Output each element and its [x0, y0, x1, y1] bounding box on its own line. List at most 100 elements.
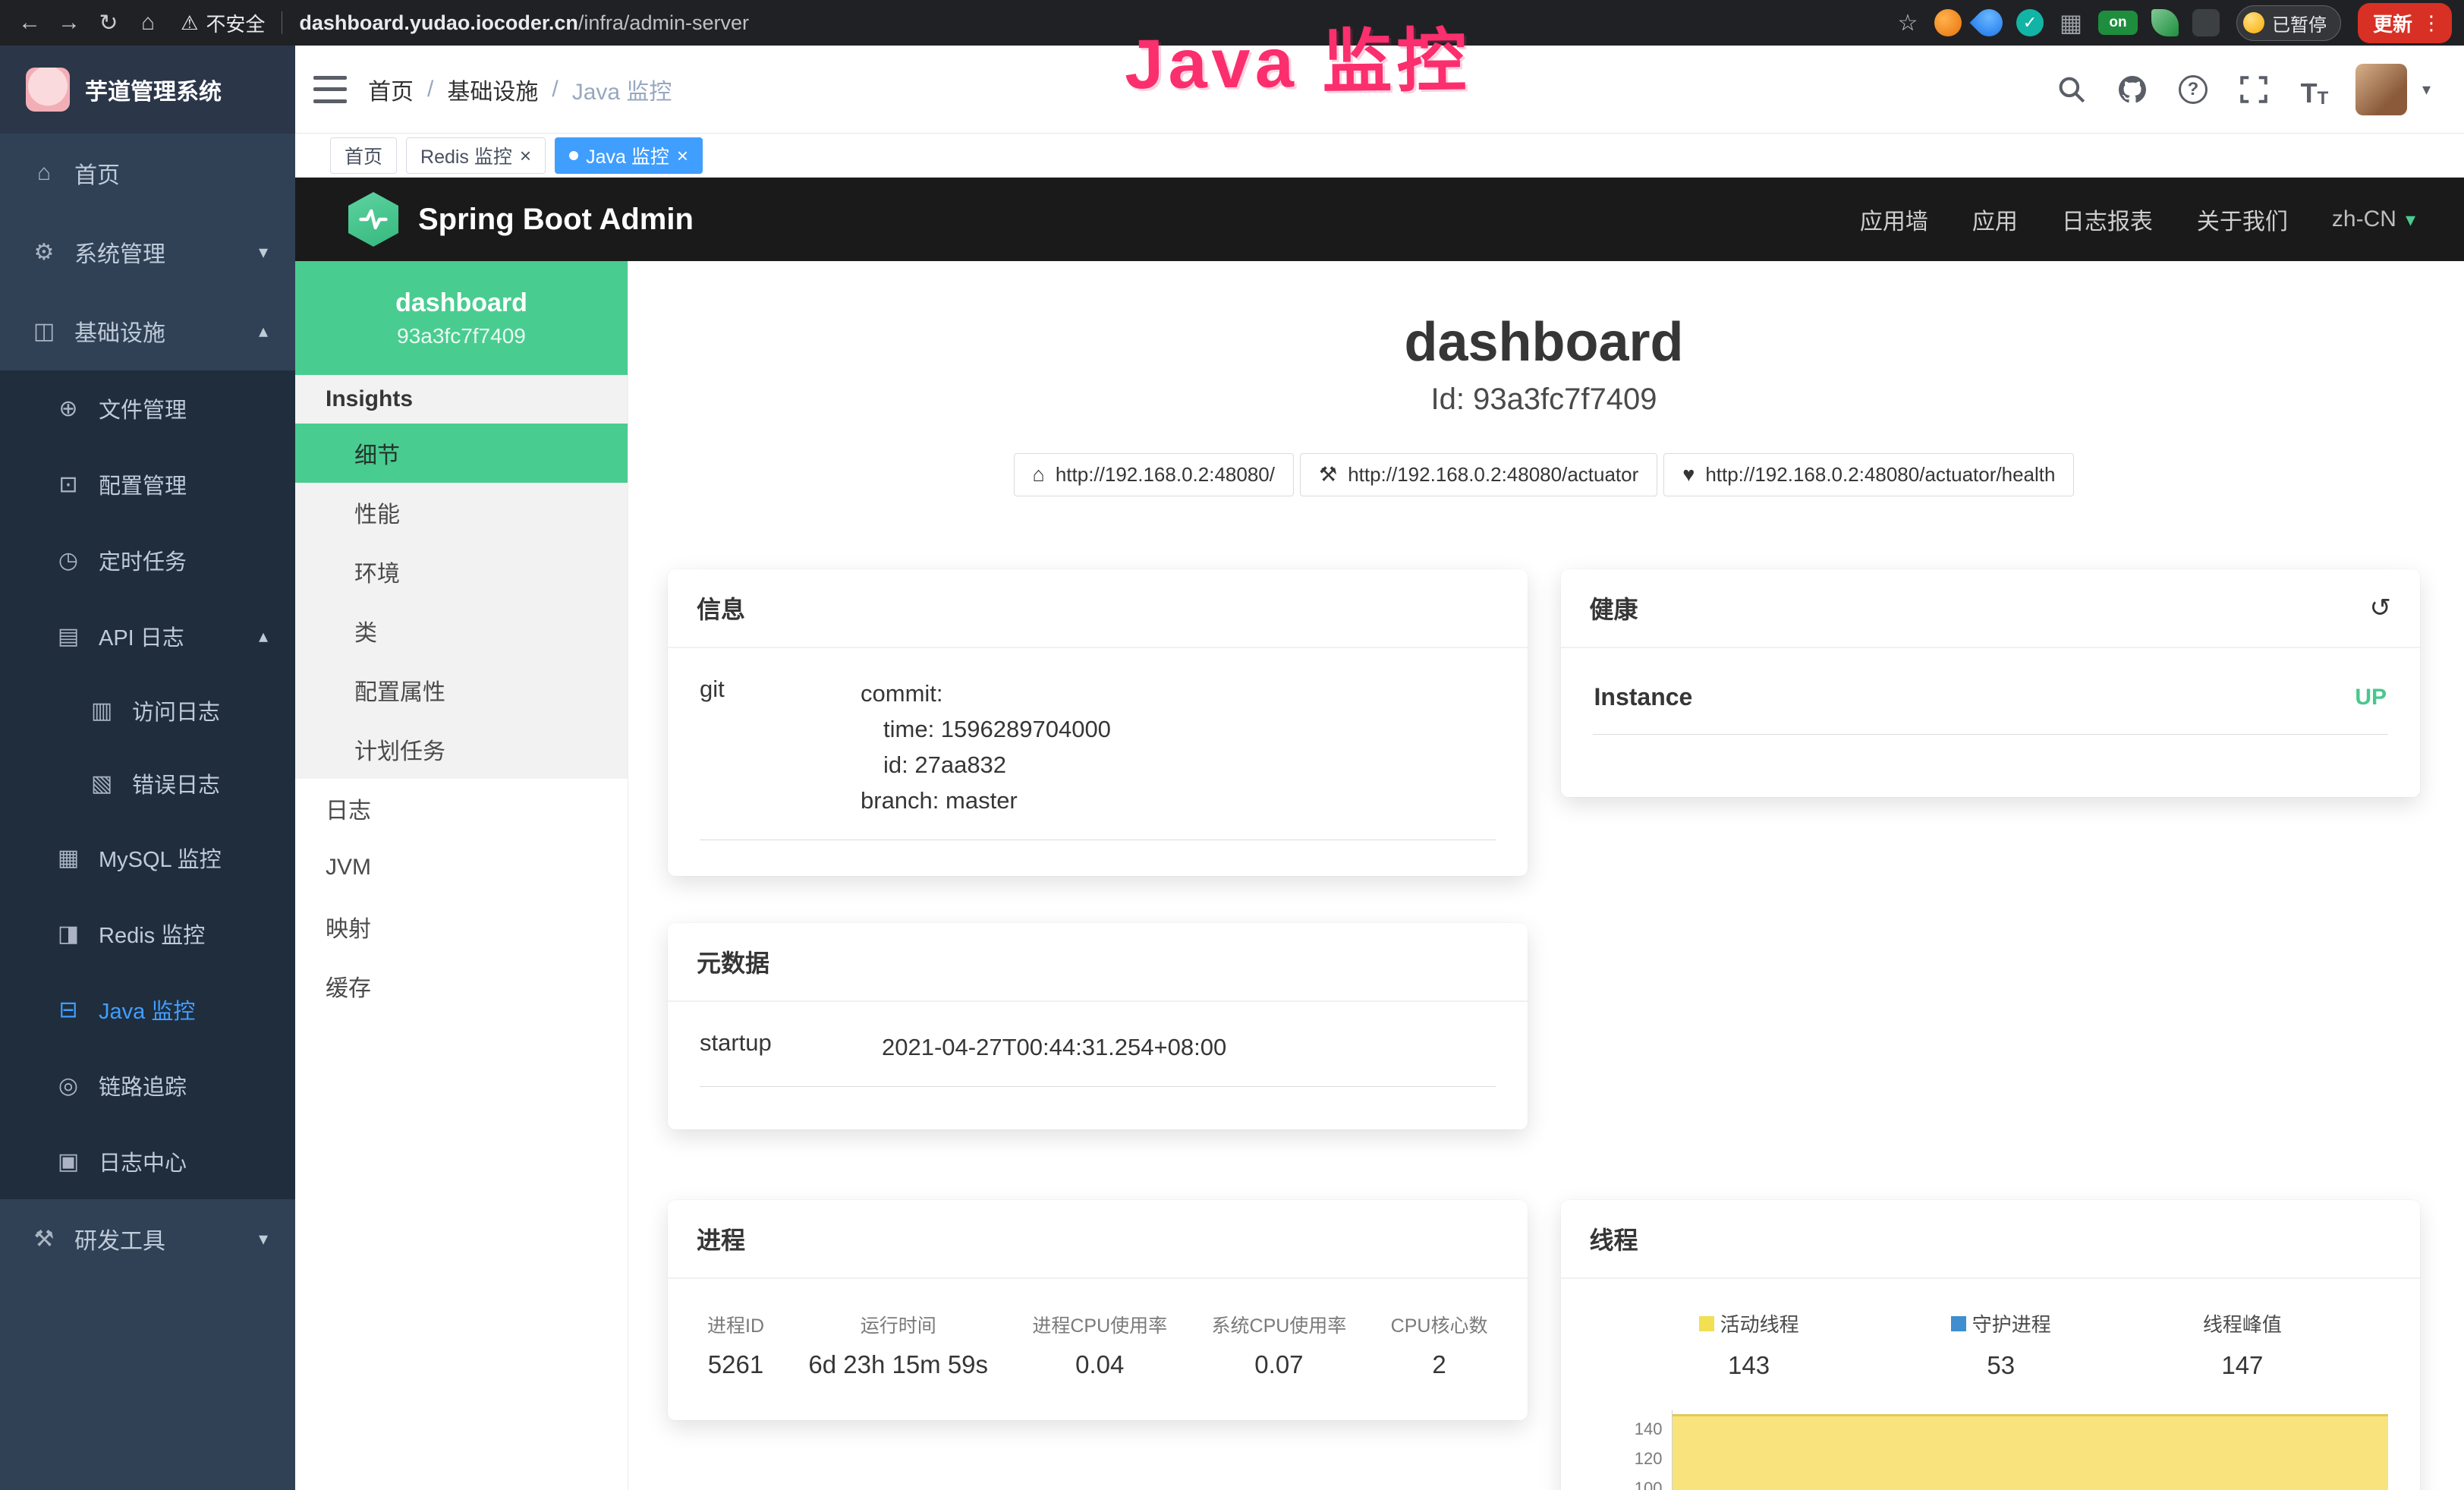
sba-menu-logs[interactable]: 日志 — [295, 779, 628, 838]
sba-nav-wallboard[interactable]: 应用墙 — [1860, 203, 1928, 236]
extension-icon-leaf[interactable] — [2151, 9, 2179, 36]
link-label: http://192.168.0.2:48080/actuator/health — [1705, 463, 2055, 487]
extension-icon-fox[interactable] — [1934, 9, 1962, 36]
sba-menu-classes[interactable]: 类 — [295, 601, 628, 660]
breadcrumb-infra[interactable]: 基础设施 — [447, 73, 538, 106]
url-bar[interactable]: dashboard.yudao.iocoder.cn/infra/admin-s… — [299, 11, 749, 35]
file-icon: ⊕ — [55, 395, 82, 422]
sidebar-toggle-icon[interactable] — [313, 76, 347, 103]
process-metric: CPU核心数 2 — [1391, 1311, 1488, 1379]
gear-icon: ⚙ — [30, 239, 58, 266]
sidebar-item-scheduled-jobs[interactable]: ◷ 定时任务 — [0, 522, 295, 598]
sidebar-item-api-log[interactable]: ▤ API 日志 ▴ — [0, 598, 295, 674]
sidebar-item-infra[interactable]: ◫ 基础设施 ▴ — [0, 291, 295, 370]
tab-redis-monitor[interactable]: Redis 监控 × — [406, 137, 546, 174]
sba-menu-mappings[interactable]: 映射 — [295, 897, 628, 956]
sidebar-item-home[interactable]: ⌂ 首页 — [0, 134, 295, 213]
metadata-key: startup — [700, 1029, 882, 1065]
back-icon[interactable]: ← — [12, 5, 47, 40]
insights-group: Insights 细节 性能 环境 类 配置属性 计划任务 — [295, 375, 628, 779]
chevron-down-icon: ▾ — [259, 241, 268, 263]
legend-swatch-yellow — [1699, 1316, 1714, 1331]
profile-paused-badge[interactable]: 已暂停 — [2236, 5, 2341, 41]
history-icon[interactable]: ↺ — [2370, 593, 2392, 623]
sidebar-item-label: 配置管理 — [99, 468, 187, 500]
sidebar-item-access-log[interactable]: ▥ 访问日志 — [0, 674, 295, 747]
chevron-up-icon: ▴ — [259, 625, 268, 647]
sidebar-item-file-management[interactable]: ⊕ 文件管理 — [0, 370, 295, 446]
instance-url-link[interactable]: ⌂ http://192.168.0.2:48080/ — [1014, 453, 1294, 496]
sba-nav-applications[interactable]: 应用 — [1972, 203, 2018, 236]
language-label: zh-CN — [2332, 206, 2396, 232]
forward-icon[interactable]: → — [52, 5, 87, 40]
avatar-caret-icon[interactable]: ▾ — [2422, 80, 2431, 99]
breadcrumb-home[interactable]: 首页 — [368, 73, 414, 106]
sidebar-item-label: 定时任务 — [99, 544, 187, 576]
extension-icon-drop[interactable] — [1970, 4, 2009, 43]
sidebar-item-config-management[interactable]: ⊡ 配置管理 — [0, 446, 295, 522]
clock-icon: ◷ — [55, 547, 82, 574]
process-card-title: 进程 — [697, 1221, 745, 1256]
github-icon[interactable] — [2113, 70, 2152, 109]
sidebar-item-mysql-monitor[interactable]: ▦ MySQL 监控 — [0, 820, 295, 896]
breadcrumb-current: Java 监控 — [572, 73, 672, 106]
threads-card-title: 线程 — [1590, 1221, 1638, 1256]
help-icon[interactable]: ? — [2173, 70, 2213, 109]
process-card: 进程 进程ID 5261 运行时间 — [668, 1200, 1528, 1420]
tab-java-monitor[interactable]: Java 监控 × — [555, 137, 703, 174]
sba-menu-details[interactable]: 细节 — [295, 424, 628, 483]
large-t-glyph: T — [2301, 77, 2318, 109]
sba-nav-about[interactable]: 关于我们 — [2197, 203, 2288, 236]
reload-icon[interactable]: ↻ — [91, 5, 126, 40]
spring-boot-admin-logo[interactable] — [348, 192, 398, 247]
actuator-url-link[interactable]: ⚒ http://192.168.0.2:48080/actuator — [1300, 453, 1657, 496]
user-avatar[interactable] — [2355, 64, 2407, 115]
app-logo-row[interactable]: 芋道管理系统 — [0, 46, 295, 134]
metadata-value: 2021-04-27T00:44:31.254+08:00 — [882, 1029, 1226, 1065]
sba-menu-metrics[interactable]: 性能 — [295, 483, 628, 542]
tab-home[interactable]: 首页 — [330, 137, 397, 174]
sba-menu-scheduled-tasks[interactable]: 计划任务 — [295, 720, 628, 779]
sba-menu-jvm[interactable]: JVM — [295, 838, 628, 897]
home-icon[interactable]: ⌂ — [131, 5, 165, 40]
sidebar-item-label: 日志中心 — [99, 1145, 187, 1177]
language-selector[interactable]: zh-CN ▾ — [2332, 206, 2415, 232]
bookmark-star-icon[interactable]: ☆ — [1890, 5, 1925, 40]
font-size-icon[interactable]: TT — [2295, 70, 2334, 109]
close-icon[interactable]: × — [677, 146, 688, 165]
sba-menu-environment[interactable]: 环境 — [295, 542, 628, 601]
security-chip[interactable]: ⚠ 不安全 — [181, 9, 265, 37]
sidebar-item-system[interactable]: ⚙ 系统管理 ▾ — [0, 213, 295, 291]
sidebar-item-log-center[interactable]: ▣ 日志中心 — [0, 1123, 295, 1199]
metadata-card: 元数据 startup 2021-04-27T00:44:31.254+08:0… — [668, 923, 1528, 1129]
health-url-link[interactable]: ♥ http://192.168.0.2:48080/actuator/heal… — [1663, 453, 2074, 496]
search-icon[interactable] — [2052, 70, 2091, 109]
fullscreen-icon[interactable] — [2234, 70, 2274, 109]
instance-header[interactable]: dashboard 93a3fc7f7409 — [295, 261, 628, 375]
sidebar-item-error-log[interactable]: ▧ 错误日志 — [0, 747, 295, 820]
instance-links: ⌂ http://192.168.0.2:48080/ ⚒ http://192… — [668, 453, 2420, 496]
sidebar-item-dev-tools[interactable]: ⚒ 研发工具 ▾ — [0, 1199, 295, 1278]
metadata-row: startup 2021-04-27T00:44:31.254+08:00 — [700, 1029, 1496, 1087]
sidebar-item-label: 链路追踪 — [99, 1069, 187, 1101]
extension-icon-grid[interactable]: ▦ — [2057, 9, 2085, 36]
sidebar-item-label: API 日志 — [99, 620, 184, 652]
sidebar-item-tracing[interactable]: ◎ 链路追踪 — [0, 1047, 295, 1123]
sidebar-item-java-monitor[interactable]: ⊟ Java 监控 — [0, 972, 295, 1047]
metadata-card-title: 元数据 — [697, 944, 769, 979]
sba-menu-caches[interactable]: 缓存 — [295, 956, 628, 1016]
chrome-update-button[interactable]: 更新 ⋮ — [2358, 3, 2452, 43]
sba-nav-journal[interactable]: 日志报表 — [2062, 203, 2153, 236]
extension-icon-teal[interactable]: ✓ — [2016, 9, 2044, 36]
wrench-icon: ⚒ — [1319, 463, 1337, 487]
extensions-puzzle-icon[interactable] — [2192, 9, 2220, 36]
close-icon[interactable]: × — [520, 146, 531, 165]
sidebar-item-label: 首页 — [74, 156, 120, 190]
threads-chart: 140 120 100 — [1593, 1410, 2389, 1490]
threads-card: 线程 活动线程 143 守护进程 — [1561, 1200, 2421, 1490]
extension-icon-on-badge[interactable]: on — [2098, 11, 2138, 35]
home-icon: ⌂ — [30, 160, 58, 186]
browser-menu-kebab-icon[interactable]: ⋮ — [2422, 11, 2444, 35]
sidebar-item-redis-monitor[interactable]: ◨ Redis 监控 — [0, 896, 295, 972]
sba-menu-config-props[interactable]: 配置属性 — [295, 660, 628, 720]
